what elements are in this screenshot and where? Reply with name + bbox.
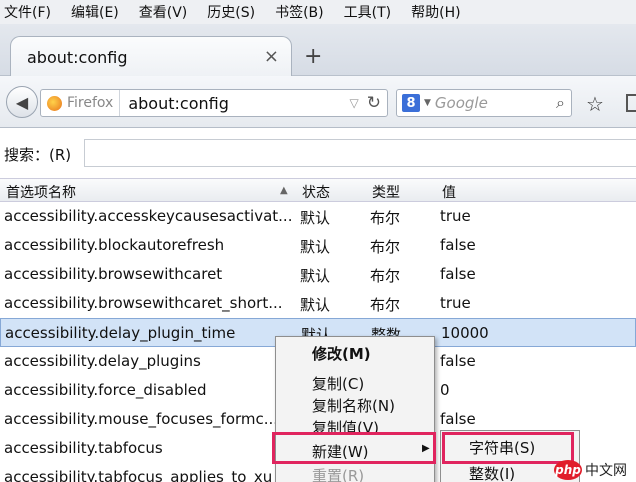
pref-value: false <box>440 410 476 428</box>
menu-bar: 文件(F) 编辑(E) 查看(V) 历史(S) 书签(B) 工具(T) 帮助(H… <box>0 0 636 24</box>
sort-icon: ▲ <box>280 185 288 196</box>
filter-input[interactable] <box>84 139 636 167</box>
pref-status: 默认 <box>300 296 331 314</box>
table-row[interactable]: accessibility.browsewithcaret 默认 布尔 fals… <box>0 260 636 289</box>
site-identity[interactable]: Firefox <box>41 90 121 116</box>
nav-bar: ◀ Firefox about:config ▽ ↻ 8 ▼ Google ⌕ … <box>0 76 636 128</box>
watermark-text: 中文网 <box>585 463 627 479</box>
pref-type: 布尔 <box>370 238 401 256</box>
menu-item-copy[interactable]: 复制(C) <box>312 373 364 394</box>
url-bar[interactable]: Firefox about:config ▽ ↻ <box>40 89 388 117</box>
pref-name: accessibility.delay_plugins <box>4 352 201 370</box>
search-icon[interactable]: ⌕ <box>556 93 565 113</box>
back-button[interactable]: ◀ <box>6 86 38 118</box>
menu-help[interactable]: 帮助(H) <box>411 2 460 22</box>
pref-value: 10000 <box>441 324 489 342</box>
bookmark-star-icon[interactable]: ☆ <box>586 92 604 116</box>
column-header-name[interactable]: 首选项名称 <box>6 182 76 202</box>
back-arrow-icon: ◀ <box>15 92 29 112</box>
menu-edit[interactable]: 编辑(E) <box>71 2 119 22</box>
menu-history[interactable]: 历史(S) <box>207 2 255 22</box>
search-input[interactable]: Google <box>435 94 556 112</box>
pref-name: accessibility.browsewithcaret_short... <box>4 294 283 312</box>
pref-name: accessibility.tabfocus <box>4 439 163 457</box>
identity-label: Firefox <box>67 95 114 111</box>
pref-value: true <box>440 294 471 312</box>
menu-item-modify[interactable]: 修改(M) <box>312 343 371 364</box>
search-engine-icon[interactable]: 8 <box>402 94 420 112</box>
pref-name: accessibility.accesskeycausesactivat... <box>4 207 293 225</box>
close-icon[interactable]: × <box>264 46 279 67</box>
url-text[interactable]: about:config <box>120 94 349 113</box>
tab-strip: about:config × + <box>0 24 636 77</box>
pref-name: accessibility.mouse_focuses_formc... <box>4 410 279 428</box>
menu-bookmarks[interactable]: 书签(B) <box>275 2 324 22</box>
pref-type: 布尔 <box>370 267 401 285</box>
pref-value: false <box>440 265 476 283</box>
watermark: php 中文网 <box>554 458 636 482</box>
pref-name: accessibility.blockautorefresh <box>4 236 225 254</box>
table-row[interactable]: accessibility.accesskeycausesactivat... … <box>0 202 636 231</box>
chevron-down-icon[interactable]: ▼ <box>424 98 431 108</box>
pref-value: false <box>440 352 476 370</box>
new-tab-button[interactable]: + <box>304 44 322 69</box>
menu-file[interactable]: 文件(F) <box>4 2 51 22</box>
reload-icon[interactable]: ↻ <box>367 93 381 113</box>
pref-status: 默认 <box>300 267 331 285</box>
filter-label: 搜索：(R) <box>4 145 72 164</box>
column-header-type[interactable]: 类型 <box>372 182 400 202</box>
tab-about-config[interactable]: about:config × <box>10 36 292 77</box>
firefox-icon <box>47 95 62 111</box>
pref-type: 布尔 <box>370 296 401 314</box>
pref-status: 默认 <box>300 209 331 227</box>
table-header: 首选项名称 ▲ 状态 类型 值 <box>0 178 636 202</box>
menu-item-copy-name[interactable]: 复制名称(N) <box>312 395 395 416</box>
highlight-box-new <box>272 432 436 464</box>
search-bar[interactable]: 8 ▼ Google ⌕ <box>396 89 572 117</box>
pref-value: 0 <box>440 381 450 399</box>
filter-row: 搜索：(R) <box>0 138 636 170</box>
bookmarks-menu-icon[interactable] <box>626 94 636 112</box>
column-header-value[interactable]: 值 <box>442 182 456 202</box>
table-row[interactable]: accessibility.browsewithcaret_short... 默… <box>0 289 636 318</box>
pref-value: false <box>440 236 476 254</box>
pref-name: accessibility.delay_plugin_time <box>5 324 236 342</box>
tab-title: about:config <box>27 48 128 67</box>
menu-item-integer[interactable]: 整数(I) <box>469 463 515 482</box>
pref-name: accessibility.browsewithcaret <box>4 265 223 283</box>
history-dropdown-icon[interactable]: ▽ <box>350 96 359 110</box>
table-row[interactable]: accessibility.blockautorefresh 默认 布尔 fal… <box>0 231 636 260</box>
menu-view[interactable]: 查看(V) <box>139 2 188 22</box>
php-logo: php <box>554 460 582 480</box>
pref-name: accessibility.tabfocus_applies_to_xu <box>4 468 273 482</box>
menu-tools[interactable]: 工具(T) <box>344 2 391 22</box>
pref-name: accessibility.force_disabled <box>4 381 207 399</box>
pref-type: 布尔 <box>370 209 401 227</box>
column-header-status[interactable]: 状态 <box>302 182 330 202</box>
menu-item-reset[interactable]: 重置(R) <box>312 465 364 482</box>
pref-value: true <box>440 207 471 225</box>
pref-status: 默认 <box>300 238 331 256</box>
